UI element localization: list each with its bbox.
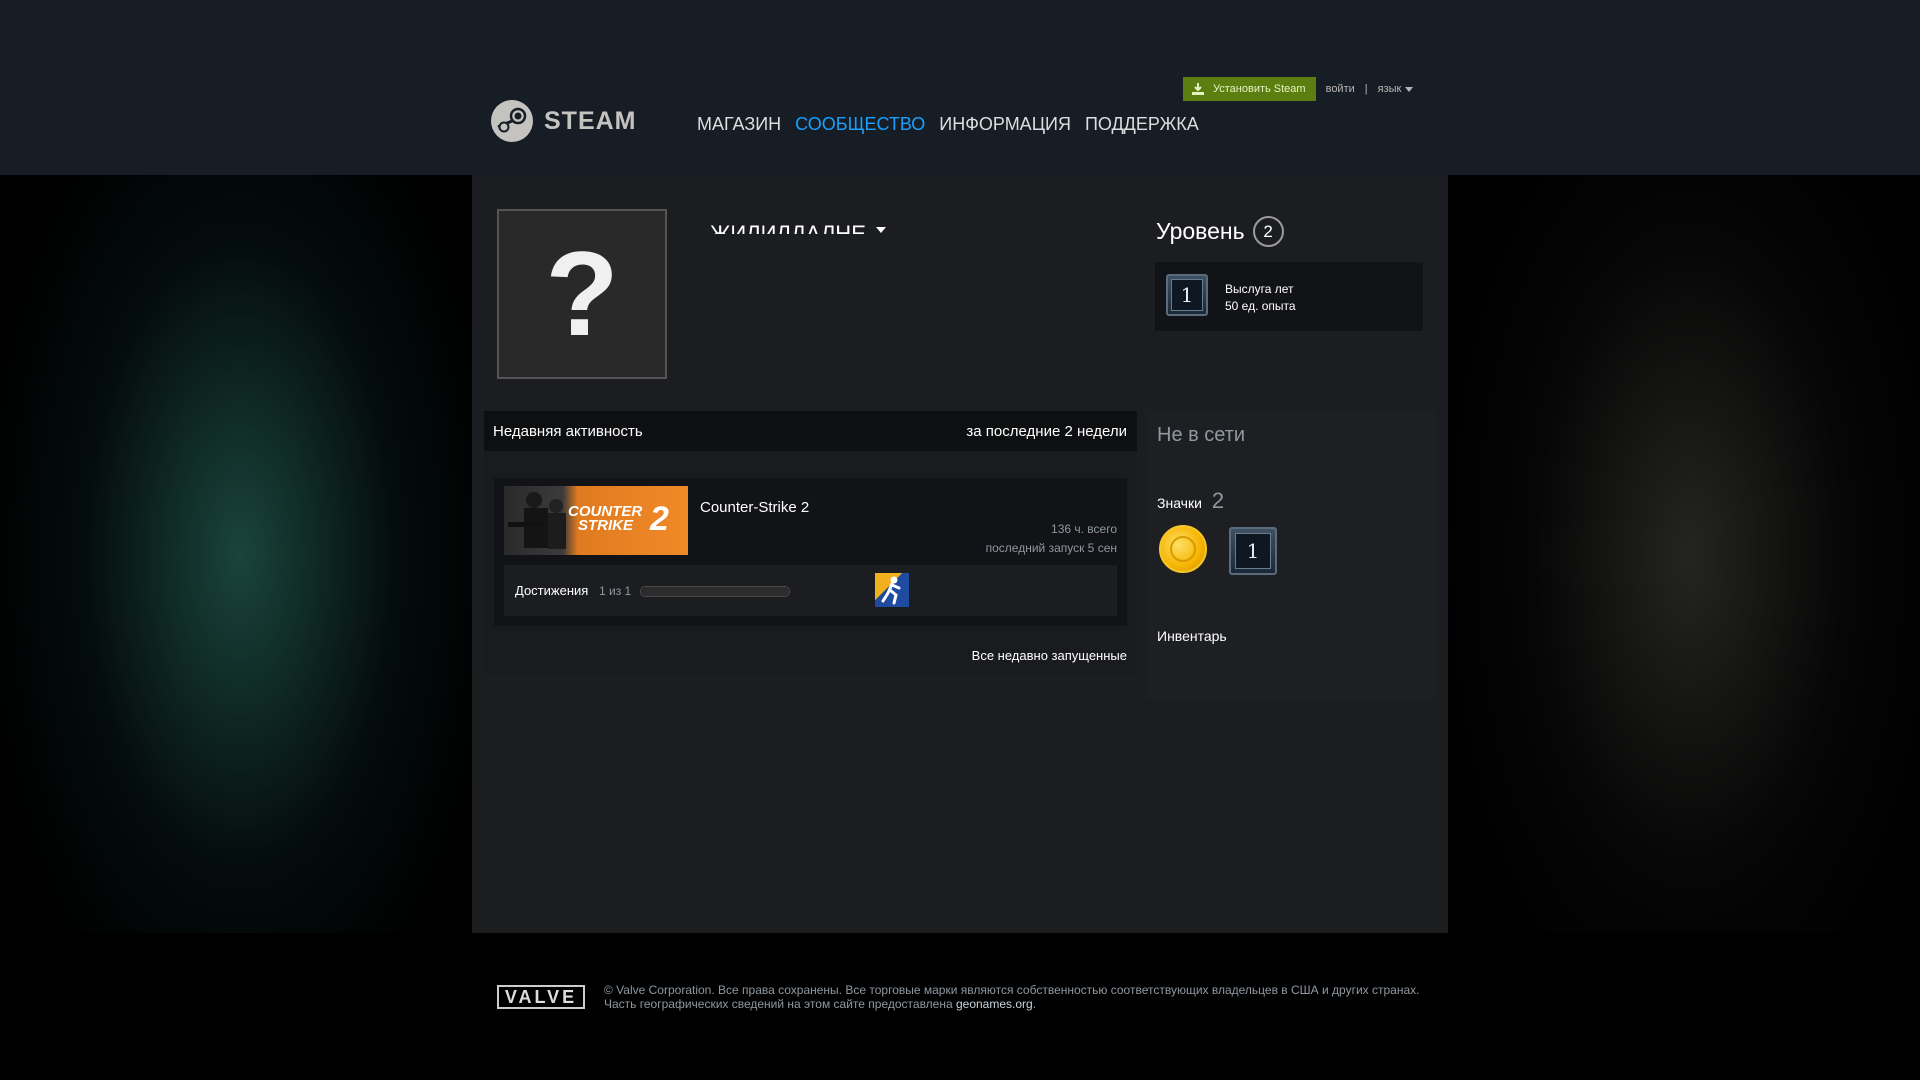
chevron-down-icon (1405, 86, 1414, 92)
favorite-badge[interactable]: 1 Выслуга лет 50 ед. опыта (1155, 262, 1423, 331)
valve-logo[interactable]: VALVE (497, 985, 585, 1009)
footer-geonames-suffix: . (1032, 997, 1037, 1011)
badges-link[interactable]: Значки 2 (1157, 488, 1224, 514)
chevron-down-icon (875, 227, 886, 233)
badge-xp: 50 ед. опыта (1225, 299, 1296, 313)
profile-avatar: ? (497, 209, 667, 379)
persona-name-dropdown[interactable]: ЖИЛИЛДАЛНЕ (710, 220, 886, 234)
inventory-link[interactable]: Инвентарь (1157, 628, 1227, 644)
capsule-number: 2 (650, 500, 669, 538)
years-of-service-badge-icon[interactable]: 1 (1229, 527, 1277, 575)
achievements-progress-bar (640, 586, 790, 597)
achievements-label[interactable]: Достижения (515, 583, 588, 598)
years-badge-number: 1 (1235, 533, 1271, 569)
recent-activity-title: Недавняя активность (493, 423, 643, 440)
capsule-line2: STRIKE (578, 517, 634, 534)
steam-logo-text: STEAM (544, 106, 637, 135)
level-label: Уровень (1156, 218, 1245, 244)
achievements-progress-fill (641, 587, 789, 596)
badge-name: Выслуга лет (1225, 282, 1294, 296)
persona-name: ЖИЛИЛДАЛНЕ (710, 221, 866, 234)
nav-about[interactable]: ИНФОРМАЦИЯ (939, 114, 1071, 135)
install-steam-button[interactable]: Установить Steam (1183, 77, 1316, 101)
level-value: 2 (1252, 216, 1284, 247)
achievements-summary: Достижения 1 из 1 (504, 565, 1117, 616)
login-link[interactable]: войти (1326, 83, 1355, 95)
game-capsule-image[interactable]: COUNTER STRIKE 2 (504, 486, 688, 555)
achievement-icon[interactable] (875, 573, 909, 607)
years-badge-number: 1 (1171, 279, 1203, 311)
footer-geonames-text: Часть географических сведений на этом са… (604, 997, 956, 1011)
global-actions: Установить Steam войти | язык (1183, 77, 1414, 101)
game-hours: 136 ч. всего (1051, 522, 1117, 536)
language-label: язык (1377, 83, 1402, 95)
recent-activity: Недавняя активность за последние 2 недел… (484, 411, 1137, 675)
badges-label: Значки (1157, 495, 1202, 511)
recent-activity-header: Недавняя активность за последние 2 недел… (484, 411, 1137, 451)
recent-activity-period: за последние 2 недели (966, 423, 1127, 440)
recent-game: COUNTER STRIKE 2 Counter-Strike 2 136 ч.… (494, 478, 1127, 626)
footer-copyright: © Valve Corporation. Все права сохранены… (604, 983, 1420, 997)
profile-level: Уровень 2 (1156, 216, 1284, 247)
steam-logo-icon (491, 100, 533, 142)
capsule-title-text: COUNTER STRIKE (568, 504, 642, 534)
geonames-link[interactable]: geonames.org (956, 997, 1033, 1011)
nav-support[interactable]: ПОДДЕРЖКА (1085, 114, 1199, 135)
site-header: STEAM МАГАЗИН СООБЩЕСТВО ИНФОРМАЦИЯ ПОДД… (0, 0, 1920, 175)
gold-coin-badge-icon[interactable] (1159, 525, 1207, 573)
steam-logo[interactable]: STEAM (490, 99, 637, 143)
download-icon (1192, 83, 1204, 95)
header-separator: | (1364, 83, 1368, 95)
badges-count: 2 (1211, 488, 1225, 513)
avatar-placeholder-icon: ? (545, 227, 619, 361)
nav-store[interactable]: МАГАЗИН (697, 114, 781, 135)
install-steam-label: Установить Steam (1213, 83, 1306, 95)
footer-geonames: Часть географических сведений на этом са… (604, 997, 1036, 1011)
years-of-service-badge-icon: 1 (1166, 274, 1208, 316)
profile-sidebar: Не в сети Значки 2 1 Инвентарь (1147, 411, 1436, 700)
runner-silhouette-icon (881, 576, 901, 605)
language-dropdown[interactable]: язык (1378, 83, 1414, 95)
all-recent-games-link[interactable]: Все недавно запущенные (972, 648, 1127, 663)
main-nav: МАГАЗИН СООБЩЕСТВО ИНФОРМАЦИЯ ПОДДЕРЖКА (697, 114, 1199, 135)
achievements-count: 1 из 1 (599, 584, 632, 598)
game-name-link[interactable]: Counter-Strike 2 (700, 499, 809, 516)
coin-inner-ring (1170, 536, 1196, 562)
nav-community[interactable]: СООБЩЕСТВО (795, 114, 925, 135)
online-status: Не в сети (1157, 424, 1246, 446)
game-last-played: последний запуск 5 сен (985, 541, 1117, 555)
soldiers-illustration-icon (508, 492, 566, 549)
